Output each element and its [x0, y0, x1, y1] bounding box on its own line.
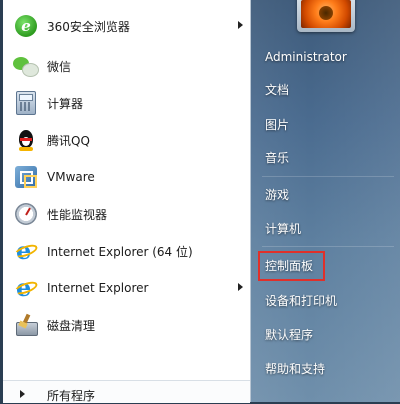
control-panel-highlight-box: [258, 251, 325, 281]
right-item-games[interactable]: 游戏: [265, 182, 289, 208]
program-label: 腾讯QQ: [47, 133, 90, 148]
program-label: 性能监视器: [47, 207, 108, 222]
program-item-ie[interactable]: e Internet Explorer: [13, 269, 249, 307]
user-avatar-flower-icon: [301, 0, 351, 28]
user-picture[interactable]: [297, 0, 355, 32]
right-separator: [262, 246, 394, 247]
program-label: VMware: [47, 170, 95, 184]
program-item-calculator[interactable]: 计算器: [13, 84, 249, 122]
all-programs-button[interactable]: 所有程序: [3, 380, 250, 403]
vmware-icon: [13, 164, 39, 190]
right-item-music[interactable]: 音乐: [265, 145, 289, 171]
programs-pane: e 360安全浏览器 微信 计算器 腾讯QQ VMware 性能监视器 e In…: [3, 0, 251, 402]
right-item-pictures[interactable]: 图片: [265, 112, 289, 138]
wechat-icon: [13, 53, 39, 79]
program-item-ie-64[interactable]: e Internet Explorer (64 位): [13, 232, 249, 270]
program-item-performance-monitor[interactable]: 性能监视器: [13, 195, 249, 233]
program-item-qq[interactable]: 腾讯QQ: [13, 121, 249, 159]
internet-explorer-icon: e: [13, 275, 39, 301]
program-label: 磁盘清理: [47, 318, 96, 333]
disk-cleanup-icon: [13, 312, 39, 338]
right-separator: [262, 176, 394, 177]
right-item-administrator[interactable]: Administrator: [265, 44, 347, 70]
program-label: Internet Explorer: [47, 281, 149, 295]
right-item-devices-printers[interactable]: 设备和打印机: [265, 288, 337, 314]
all-programs-label: 所有程序: [47, 389, 96, 403]
chevron-right-icon: [20, 390, 25, 398]
right-item-computer[interactable]: 计算机: [265, 216, 301, 242]
qq-penguin-icon: [13, 127, 39, 153]
program-item-vmware[interactable]: VMware: [13, 158, 249, 196]
program-item-disk-cleanup[interactable]: 磁盘清理: [13, 306, 249, 344]
submenu-arrow-icon[interactable]: [238, 283, 243, 291]
program-label: 360安全浏览器: [47, 19, 130, 34]
right-item-documents[interactable]: 文档: [265, 77, 289, 103]
right-item-help-support[interactable]: 帮助和支持: [265, 356, 325, 382]
program-item-wechat[interactable]: 微信: [13, 47, 249, 85]
program-label: 计算器: [47, 96, 84, 111]
internet-explorer-icon: e: [13, 238, 39, 264]
calculator-icon: [13, 90, 39, 116]
right-item-default-programs[interactable]: 默认程序: [265, 322, 313, 348]
performance-monitor-icon: [13, 201, 39, 227]
submenu-arrow-icon[interactable]: [238, 21, 243, 29]
program-item-360-browser[interactable]: e 360安全浏览器: [13, 7, 249, 45]
360-browser-icon: e: [13, 13, 39, 39]
program-label: Internet Explorer (64 位): [47, 244, 193, 259]
program-label: 微信: [47, 59, 72, 74]
